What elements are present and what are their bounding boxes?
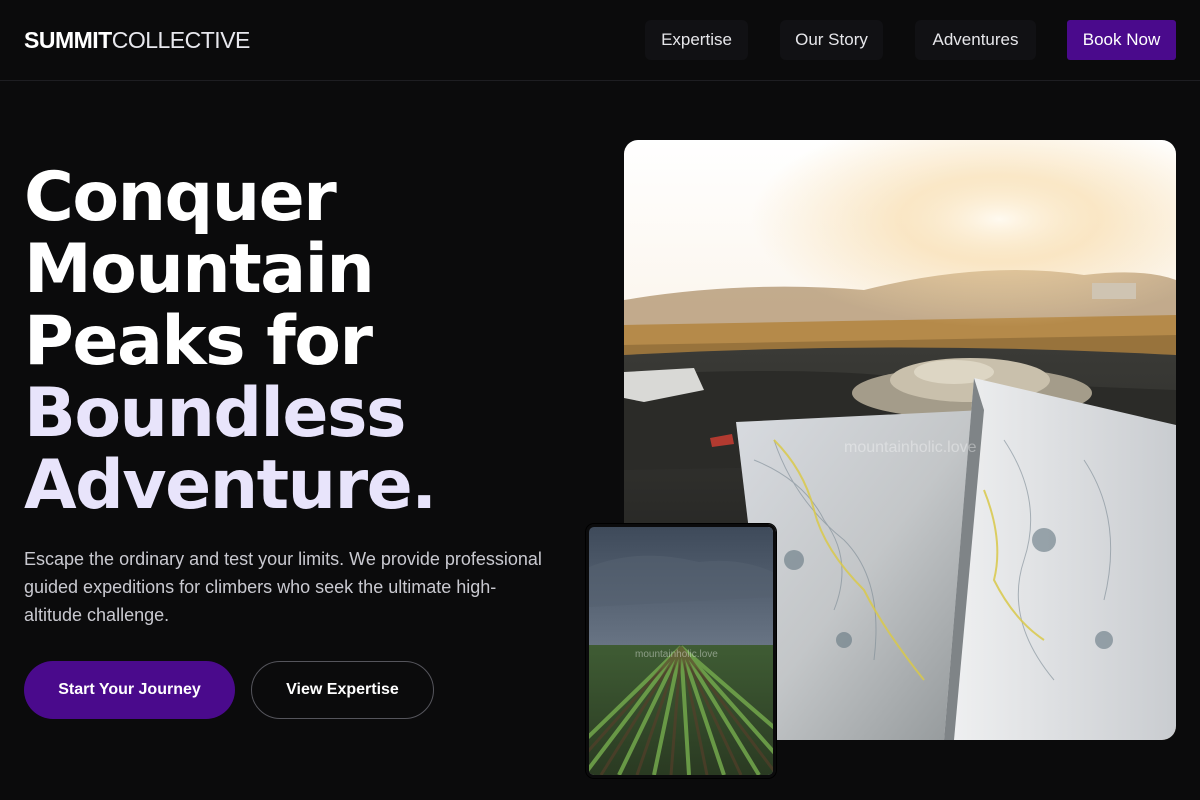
hero-description: Escape the ordinary and test your limits… bbox=[24, 549, 542, 625]
book-now-button[interactable]: Book Now bbox=[1067, 20, 1176, 60]
brand-name-light: COLLECTIVE bbox=[111, 27, 251, 53]
headline-line-3: Peaks for bbox=[24, 302, 373, 381]
small-image-watermark: mountainholic.love bbox=[635, 649, 718, 660]
secondary-image-crop-field: mountainholic.love bbox=[586, 524, 776, 778]
nav-link-adventures[interactable]: Adventures bbox=[915, 20, 1036, 60]
hero-image-watermark: mountainholic.love bbox=[844, 439, 977, 456]
headline-accent-line-1: Boundless bbox=[24, 374, 406, 453]
hero-headline: Conquer Mountain Peaks for Boundless Adv… bbox=[24, 162, 584, 522]
headline-accent-line-2: Adventure. bbox=[24, 446, 437, 525]
start-journey-button[interactable]: Start Your Journey bbox=[24, 661, 235, 719]
top-navigation-bar: SUMMITCOLLECTIVE Expertise Our Story Adv… bbox=[0, 0, 1200, 81]
view-expertise-button[interactable]: View Expertise bbox=[251, 661, 434, 719]
nav-link-our-story[interactable]: Our Story bbox=[780, 20, 883, 60]
nav-link-expertise[interactable]: Expertise bbox=[645, 20, 748, 60]
headline-line-2: Mountain bbox=[24, 230, 375, 309]
brand-logo[interactable]: SUMMITCOLLECTIVE bbox=[24, 27, 250, 53]
headline-line-1: Conquer bbox=[24, 158, 337, 237]
brand-name-bold: SUMMIT bbox=[24, 27, 112, 53]
